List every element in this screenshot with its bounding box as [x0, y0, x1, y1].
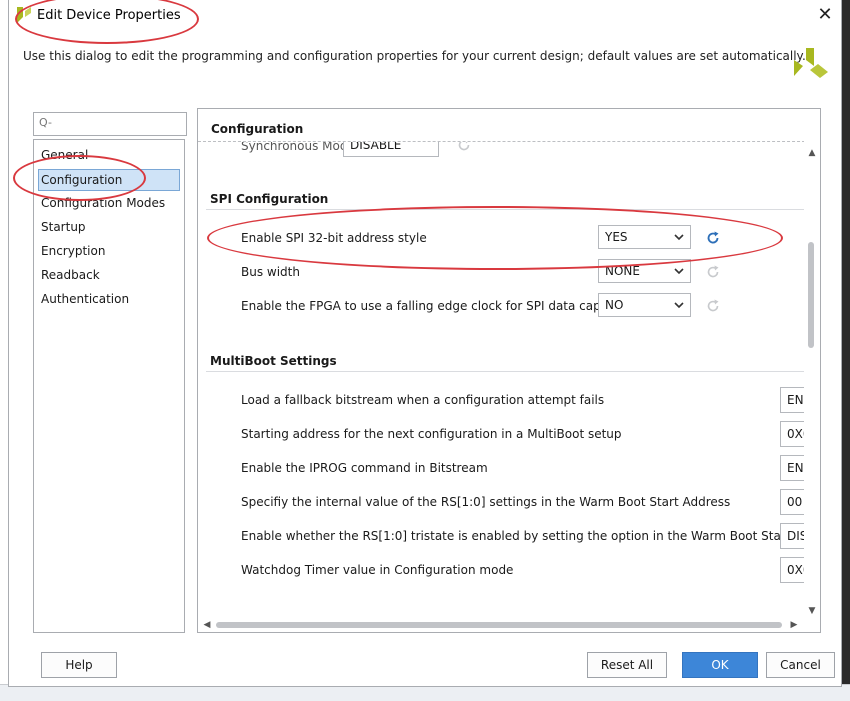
- edit-device-properties-dialog: Edit Device Properties ✕ Use this dialog…: [8, 0, 842, 687]
- nav-item-authentication[interactable]: Authentication: [39, 289, 179, 309]
- panel-title: Configuration: [211, 122, 304, 136]
- refresh-icon[interactable]: [705, 264, 721, 280]
- nav-item-configuration[interactable]: Configuration: [38, 169, 180, 191]
- chevron-down-icon: [674, 234, 684, 241]
- spi-falling-edge-select[interactable]: NO: [598, 293, 691, 317]
- spi-32bit-value: YES: [605, 230, 628, 244]
- row-label-rs-settings: Specifiy the internal value of the RS[1:…: [241, 495, 731, 509]
- horizontal-scroll-thumb[interactable]: [216, 622, 782, 628]
- dialog-description: Use this dialog to edit the programming …: [23, 49, 806, 63]
- fallback-bitstream-value: EN: [787, 393, 804, 407]
- chevron-down-icon: [674, 268, 684, 275]
- row-label-iprog: Enable the IPROG command in Bitstream: [241, 461, 488, 475]
- section-heading-spi: SPI Configuration: [210, 192, 329, 206]
- nav-item-configuration-modes[interactable]: Configuration Modes: [39, 193, 179, 213]
- close-icon[interactable]: ✕: [814, 5, 836, 27]
- row-label-watchdog-timer: Watchdog Timer value in Configuration mo…: [241, 563, 514, 577]
- reset-all-button[interactable]: Reset All: [587, 652, 667, 678]
- row-label-spi-32bit: Enable SPI 32-bit address style: [241, 231, 427, 245]
- vertical-scrollbar[interactable]: [804, 141, 820, 619]
- panel-header: Configuration: [198, 109, 820, 142]
- refresh-icon[interactable]: [705, 230, 721, 246]
- row-label-bus-width: Bus width: [241, 265, 300, 279]
- nav-item-startup[interactable]: Startup: [39, 217, 179, 237]
- chevron-down-icon: [674, 302, 684, 309]
- brand-logo-icon: [794, 48, 828, 78]
- section-divider: [206, 371, 804, 372]
- spi-falling-edge-value: NO: [605, 298, 624, 312]
- iprog-value: EN: [787, 461, 804, 475]
- section-divider: [206, 209, 804, 210]
- spi-32bit-select[interactable]: YES: [598, 225, 691, 249]
- scroll-left-icon[interactable]: ◀: [201, 619, 213, 631]
- scroll-up-icon[interactable]: ▲: [806, 147, 818, 159]
- search-input[interactable]: Q-: [33, 112, 187, 136]
- nav-item-general[interactable]: General: [39, 145, 179, 165]
- help-button[interactable]: Help: [41, 652, 117, 678]
- scroll-right-icon[interactable]: ▶: [788, 619, 800, 631]
- search-placeholder: Q-: [39, 116, 52, 129]
- refresh-icon[interactable]: [705, 298, 721, 314]
- dialog-title: Edit Device Properties: [37, 8, 181, 23]
- bus-width-value: NONE: [605, 264, 640, 278]
- row-label-rs-tristate: Enable whether the RS[1:0] tristate is e…: [241, 529, 821, 543]
- properties-panel: Synchronous Mode DISABLE Configuration S…: [197, 108, 821, 633]
- row-label-spi-falling-edge: Enable the FPGA to use a falling edge cl…: [241, 299, 626, 313]
- rs-settings-value: 00: [787, 495, 803, 509]
- nav-item-readback[interactable]: Readback: [39, 265, 179, 285]
- section-heading-multiboot: MultiBoot Settings: [210, 354, 337, 368]
- bus-width-select[interactable]: NONE: [598, 259, 691, 283]
- title-bar[interactable]: Edit Device Properties ✕: [9, 0, 841, 32]
- row-label-next-config-address: Starting address for the next configurat…: [241, 427, 622, 441]
- nav-item-encryption[interactable]: Encryption: [39, 241, 179, 261]
- category-list: General Configuration Configuration Mode…: [33, 139, 185, 633]
- row-label-fallback-bitstream: Load a fallback bitstream when a configu…: [241, 393, 605, 407]
- scroll-down-icon[interactable]: ▼: [806, 605, 818, 617]
- ok-button[interactable]: OK: [682, 652, 758, 678]
- app-logo-icon: [17, 7, 31, 23]
- cancel-button[interactable]: Cancel: [766, 652, 835, 678]
- vertical-scroll-thumb[interactable]: [808, 242, 814, 348]
